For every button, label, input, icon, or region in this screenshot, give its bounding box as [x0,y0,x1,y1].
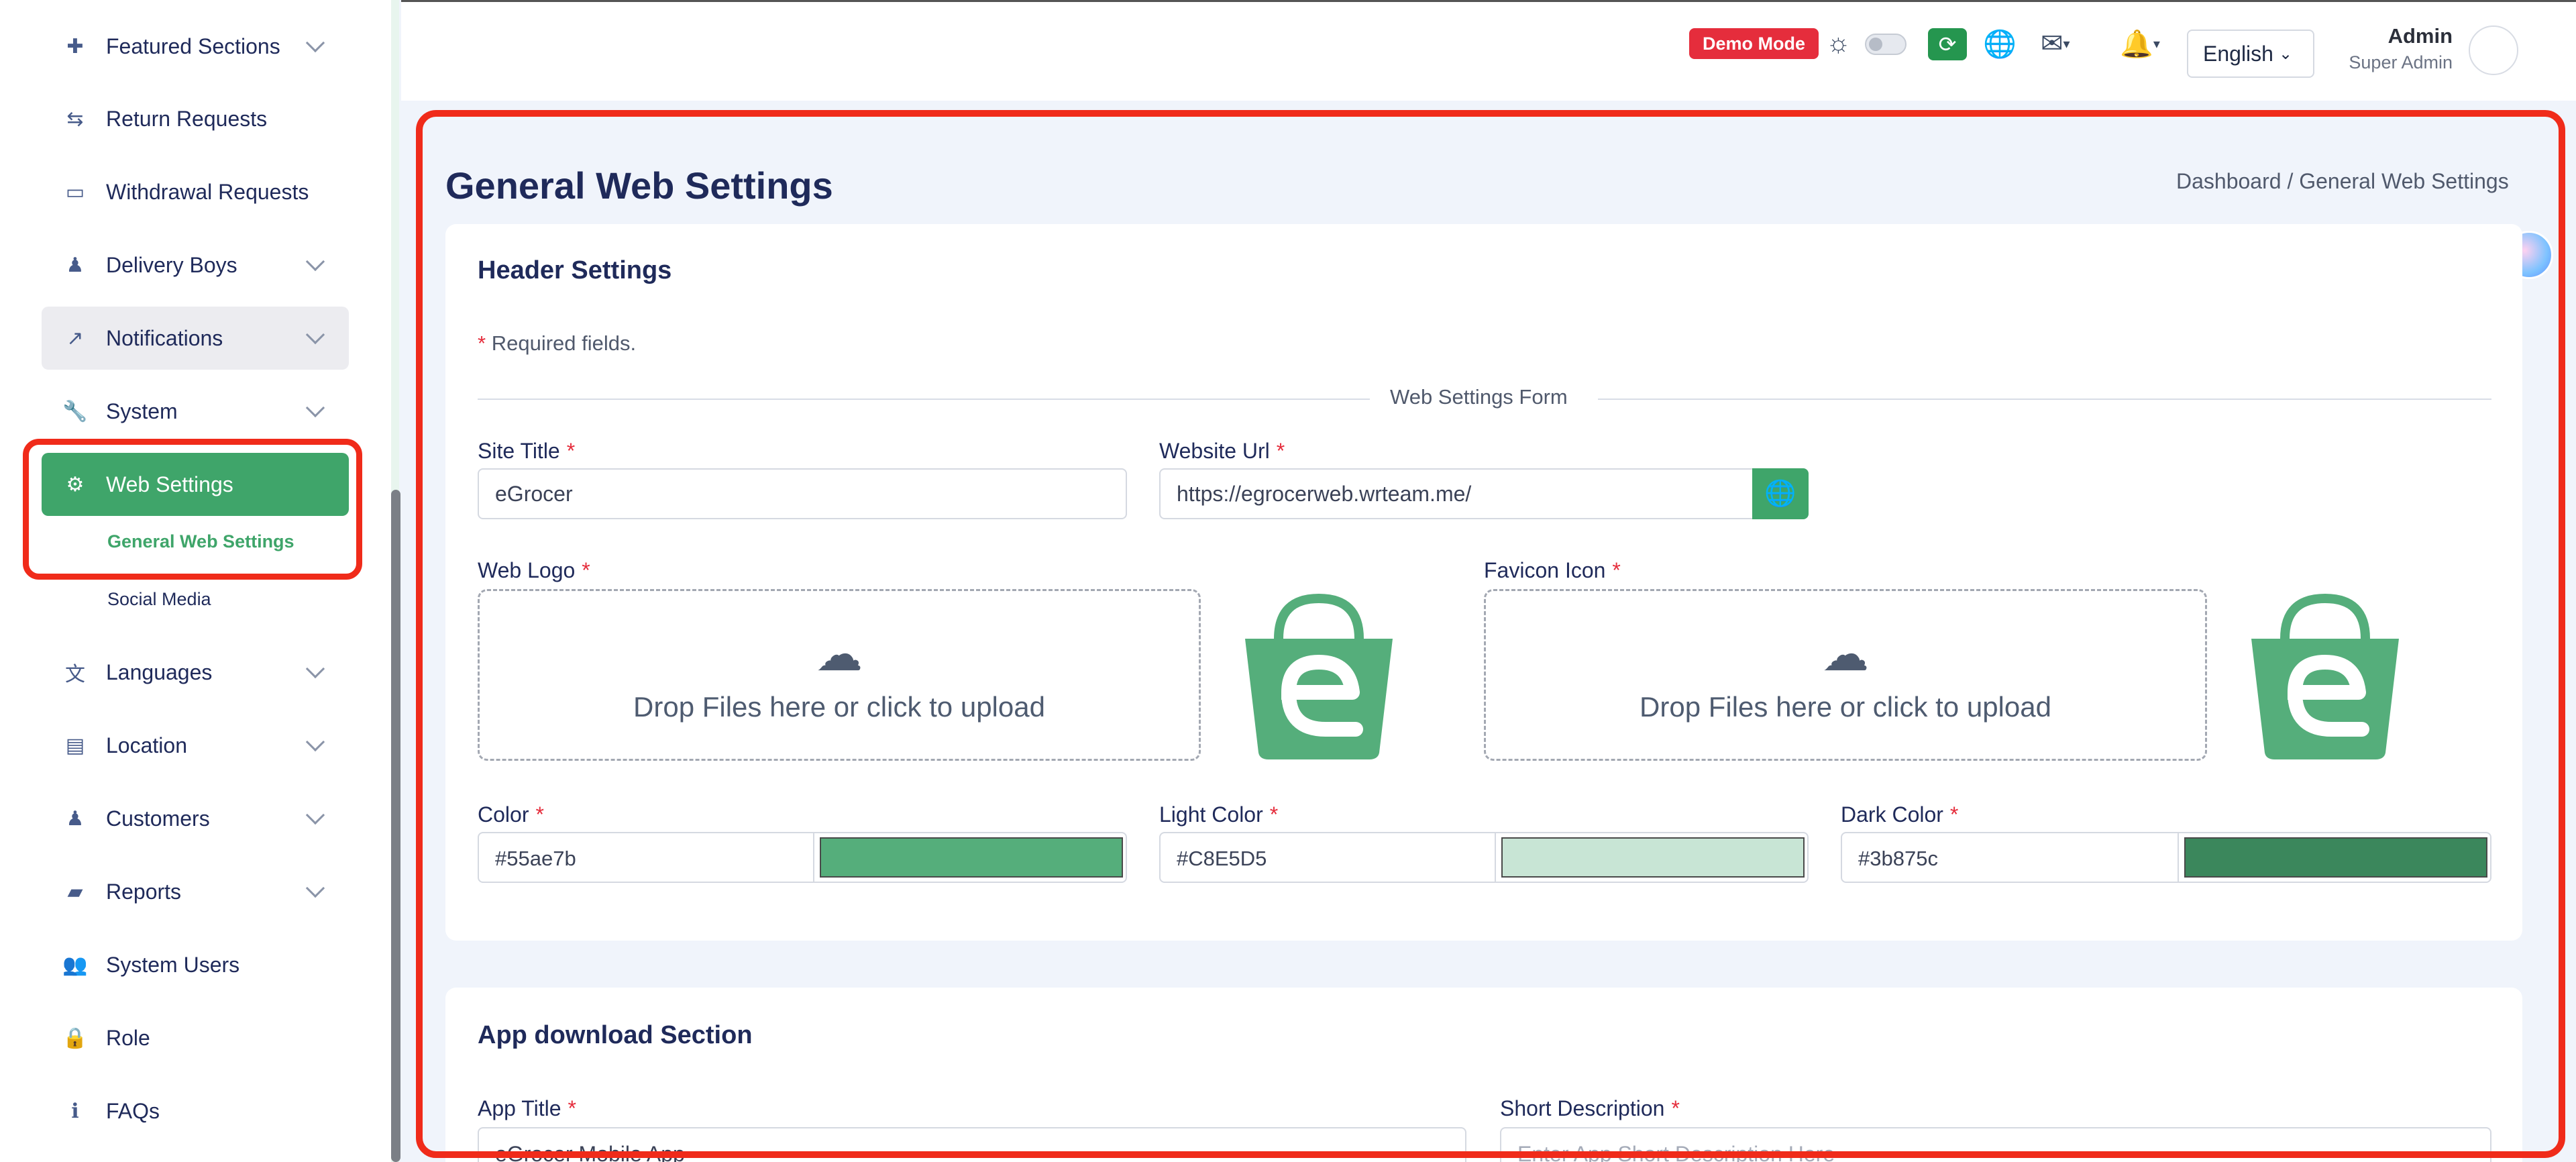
highlight-outline [416,110,2565,1158]
sun-icon: ☼ [1826,28,1851,58]
chevron-down-icon: ⌄ [2278,44,2293,63]
sidebar-item-label: FAQs [106,1098,160,1123]
chevron-down-icon [305,325,325,345]
sidebar-item-customers[interactable]: ♟ Customers [42,787,349,850]
chevron-down-icon [305,33,325,53]
sidebar-item-label: Role [106,1025,150,1050]
sidebar-item-label: Return Requests [106,106,268,131]
card-icon: ▭ [65,180,85,203]
sidebar-item-location[interactable]: ▤ Location [42,714,349,777]
sidebar-item-label: Featured Sections [106,34,280,58]
sidebar-item-label: System Users [106,952,240,977]
sidebar-item-system[interactable]: 🔧 System [42,380,349,443]
sidebar-item-withdrawal-requests[interactable]: ▭ Withdrawal Requests [42,160,349,223]
sidebar-item-role[interactable]: 🔒 Role [42,1006,349,1069]
sidebar-item-return-requests[interactable]: ⇆ Return Requests [42,87,349,150]
users-icon: 👥 [62,953,88,976]
refresh-button[interactable]: ⟳ [1928,28,1967,60]
folder-icon: ▰ [67,880,83,903]
lock-icon: 🔒 [62,1026,88,1049]
sidebar-item-label: Languages [106,659,213,684]
wrench-icon: 🔧 [62,400,88,423]
submenu-social-media[interactable]: Social Media [107,589,211,610]
user-role: Super Admin [2349,52,2453,72]
chevron-down-icon [305,878,325,898]
sidebar-item-system-users[interactable]: 👥 System Users [42,933,349,996]
demo-mode-badge: Demo Mode [1689,28,1819,59]
language-value: English [2203,41,2273,66]
sidebar-scrollbar[interactable] [391,490,400,1162]
globe-icon[interactable]: 🌐 [1983,28,2017,60]
return-icon: ⇆ [66,107,84,130]
sidebar-item-notifications[interactable]: ↗ Notifications [42,307,349,370]
sidebar: ✚ Featured Sections ⇆ Return Requests ▭ … [0,0,400,1162]
language-select[interactable]: English ⌄ [2187,30,2314,78]
chevron-down-icon [305,805,325,825]
sidebar-item-label: Notifications [106,325,223,350]
chevron-down-icon [305,252,325,272]
sidebar-item-featured-sections[interactable]: ✚ Featured Sections [42,15,349,78]
language-icon: 文 [65,664,85,686]
mail-icon[interactable]: ✉ ▾ [2041,28,2070,59]
sidebar-item-label: Reports [106,879,182,904]
map-icon: ▤ [65,734,85,757]
sidebar-item-label: Location [106,733,187,757]
chevron-down-icon [305,732,325,752]
sidebar-item-delivery-boys[interactable]: ♟ Delivery Boys [42,233,349,297]
sidebar-item-label: System [106,399,178,423]
sidebar-item-faqs[interactable]: ℹ FAQs [42,1079,349,1143]
theme-toggle[interactable] [1865,34,1907,55]
puzzle-icon: ✚ [66,35,84,58]
bell-icon[interactable]: 🔔 ▾ [2120,28,2160,60]
chevron-down-icon [305,659,325,679]
sidebar-item-languages[interactable]: 文 Languages [42,641,349,704]
sidebar-item-reports[interactable]: ▰ Reports [42,860,349,923]
sidebar-item-label: Delivery Boys [106,252,237,277]
info-icon: ℹ [71,1100,79,1122]
person-icon: ♟ [66,807,85,830]
sidebar-item-label: Withdrawal Requests [106,179,309,204]
share-icon: ↗ [66,327,84,350]
sidebar-item-label: Customers [106,806,210,831]
refresh-icon: ⟳ [1938,32,1957,56]
avatar[interactable] [2469,25,2518,75]
highlight-outline [23,439,362,580]
user-name: Admin [2387,24,2453,48]
chevron-down-icon [305,398,325,418]
person-icon: ♟ [66,254,85,276]
